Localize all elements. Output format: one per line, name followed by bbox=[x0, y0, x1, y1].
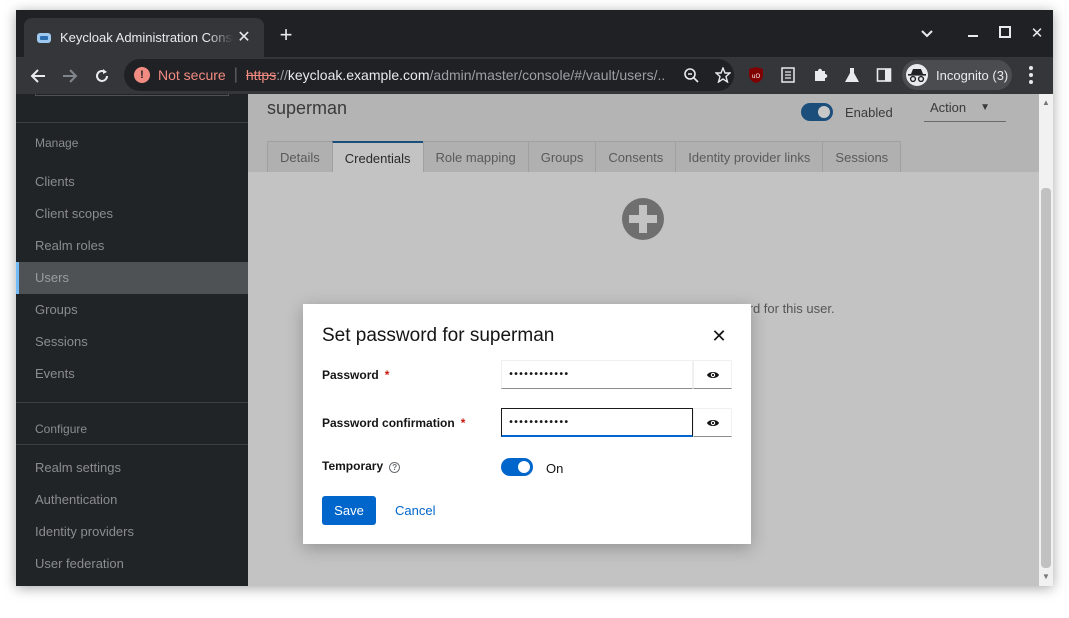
reload-icon[interactable] bbox=[89, 63, 115, 89]
add-circle-icon bbox=[622, 198, 664, 240]
incognito-icon bbox=[906, 64, 928, 86]
tab-search-icon[interactable] bbox=[915, 22, 939, 46]
action-dropdown[interactable]: Action ▼ bbox=[924, 94, 1006, 122]
tab-role-mapping[interactable]: Role mapping bbox=[422, 141, 529, 172]
scroll-up-icon[interactable]: ▲ bbox=[1042, 98, 1050, 107]
browser-toolbar: ! Not secure | https://keycloak.example.… bbox=[16, 57, 1053, 94]
ublock-icon[interactable]: uO bbox=[745, 64, 767, 86]
password-confirmation-input[interactable]: •••••••••••• bbox=[501, 408, 693, 437]
tab-credentials[interactable]: Credentials bbox=[331, 141, 424, 172]
tab-close-icon[interactable]: ✕ bbox=[234, 28, 254, 48]
password-confirmation-label: Password confirmation * bbox=[322, 416, 466, 430]
sidebar-item-sessions[interactable]: Sessions bbox=[16, 326, 248, 358]
sidebar-item-clients[interactable]: Clients bbox=[16, 166, 248, 198]
enabled-toggle[interactable] bbox=[801, 103, 833, 121]
maximize-icon[interactable] bbox=[993, 22, 1017, 46]
password-label: Password * bbox=[322, 368, 390, 382]
scrollbar-thumb[interactable] bbox=[1041, 188, 1051, 568]
page-scrollbar[interactable]: ▲ ▼ bbox=[1039, 94, 1053, 586]
sidebar: Manage Clients Client scopes Realm roles… bbox=[16, 94, 248, 586]
tab-sessions[interactable]: Sessions bbox=[822, 141, 902, 172]
page-viewport: Manage Clients Client scopes Realm roles… bbox=[16, 94, 1053, 586]
browser-window: Keycloak Administration Console ✕ + ✕ ! … bbox=[16, 10, 1053, 586]
enabled-label: Enabled bbox=[845, 105, 893, 120]
temporary-toggle-label: On bbox=[546, 461, 564, 476]
realm-selector[interactable] bbox=[35, 94, 229, 96]
not-secure-label[interactable]: Not secure bbox=[158, 67, 226, 83]
help-icon[interactable]: ? bbox=[389, 462, 401, 473]
sidebar-section-manage: Manage bbox=[35, 136, 79, 150]
zoom-icon[interactable] bbox=[682, 66, 700, 84]
password-input[interactable]: •••••••••••• bbox=[501, 360, 693, 389]
sidebar-item-events[interactable]: Events bbox=[16, 358, 248, 390]
incognito-badge[interactable]: Incognito (3) bbox=[902, 60, 1012, 90]
sidebar-item-authentication[interactable]: Authentication bbox=[16, 484, 248, 516]
user-header: superman Enabled Action ▼ Details Credent… bbox=[248, 94, 1039, 172]
sidebar-item-users[interactable]: Users bbox=[16, 262, 248, 294]
back-icon[interactable] bbox=[25, 63, 51, 89]
eye-icon[interactable] bbox=[693, 360, 732, 389]
lab-flask-icon[interactable] bbox=[841, 64, 863, 86]
reader-icon[interactable] bbox=[777, 64, 799, 86]
omnibox-separator: | bbox=[233, 66, 238, 83]
tab-identity-provider-links[interactable]: Identity provider links bbox=[675, 141, 824, 172]
sidebar-divider bbox=[16, 402, 248, 403]
caret-down-icon: ▼ bbox=[980, 102, 990, 113]
sidebar-item-client-scopes[interactable]: Client scopes bbox=[16, 198, 248, 230]
sidebar-item-user-federation[interactable]: User federation bbox=[16, 548, 248, 580]
tab-strip: Keycloak Administration Console ✕ + ✕ bbox=[16, 10, 1053, 57]
sidebar-item-identity-providers[interactable]: Identity providers bbox=[16, 516, 248, 548]
tab-title: Keycloak Administration Console bbox=[60, 30, 234, 45]
close-window-icon[interactable]: ✕ bbox=[1025, 22, 1049, 46]
user-tabs: Details Credentials Role mapping Groups … bbox=[267, 141, 902, 172]
sidebar-item-realm-settings[interactable]: Realm settings bbox=[16, 452, 248, 484]
save-button[interactable]: Save bbox=[322, 496, 376, 525]
temporary-toggle[interactable] bbox=[501, 458, 533, 476]
incognito-label: Incognito (3) bbox=[936, 67, 1009, 83]
minimize-icon[interactable] bbox=[961, 22, 985, 46]
tab-groups[interactable]: Groups bbox=[527, 141, 597, 172]
close-icon[interactable]: ✕ bbox=[711, 326, 727, 346]
sidebar-item-groups[interactable]: Groups bbox=[16, 294, 248, 326]
eye-icon[interactable] bbox=[693, 408, 732, 437]
browser-tab[interactable]: Keycloak Administration Console ✕ bbox=[24, 18, 264, 57]
svg-text:uO: uO bbox=[752, 73, 761, 80]
modal-title: Set password for superman bbox=[322, 325, 555, 346]
page-title: superman bbox=[267, 98, 348, 118]
not-secure-icon[interactable]: ! bbox=[134, 67, 150, 83]
action-label: Action bbox=[930, 100, 967, 115]
browser-menu-icon[interactable] bbox=[1021, 64, 1041, 86]
forward-icon[interactable] bbox=[57, 63, 83, 89]
temporary-label: Temporary? bbox=[322, 459, 401, 473]
password-confirmation-group: •••••••••••• bbox=[501, 408, 732, 437]
scroll-down-icon[interactable]: ▼ bbox=[1042, 572, 1050, 581]
side-panel-icon[interactable] bbox=[873, 64, 895, 86]
url-text[interactable]: https://keycloak.example.com/admin/maste… bbox=[246, 67, 666, 83]
set-password-modal: Set password for superman ✕ Password * ••… bbox=[303, 304, 751, 544]
cancel-button[interactable]: Cancel bbox=[395, 496, 435, 525]
extensions-puzzle-icon[interactable] bbox=[809, 64, 831, 86]
sidebar-item-realm-roles[interactable]: Realm roles bbox=[16, 230, 248, 262]
tab-details[interactable]: Details bbox=[267, 141, 333, 172]
keycloak-favicon-icon bbox=[36, 30, 52, 46]
tab-consents[interactable]: Consents bbox=[595, 141, 677, 172]
sidebar-divider bbox=[16, 444, 248, 445]
sidebar-divider bbox=[16, 122, 248, 123]
bookmark-star-icon[interactable] bbox=[714, 66, 732, 84]
address-bar[interactable]: ! Not secure | https://keycloak.example.… bbox=[124, 59, 734, 91]
password-group: •••••••••••• bbox=[501, 360, 732, 389]
sidebar-section-configure: Configure bbox=[35, 422, 88, 436]
new-tab-icon[interactable]: + bbox=[274, 24, 298, 48]
